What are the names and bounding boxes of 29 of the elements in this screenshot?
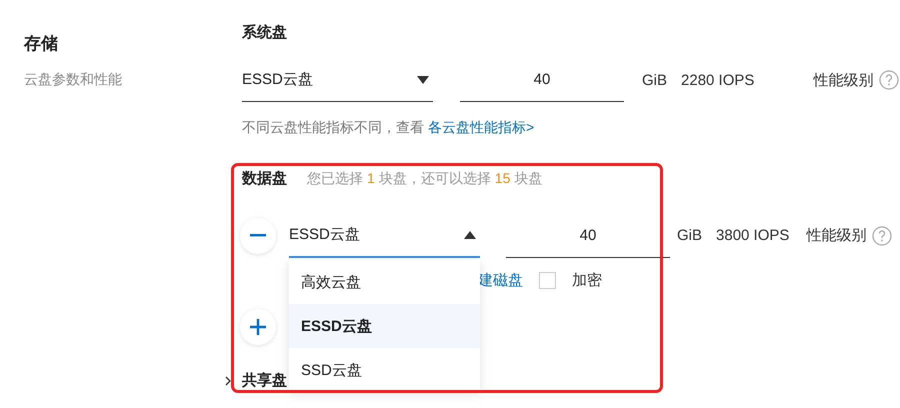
performance-link[interactable]: 各云盘性能指标>: [428, 117, 534, 137]
size-field[interactable]: 40: [506, 213, 670, 258]
encrypt-checkbox[interactable]: [539, 272, 556, 288]
size-field[interactable]: 40: [460, 58, 624, 102]
dropdown-option[interactable]: SSD云盘: [289, 348, 480, 392]
iops-value: 2280 IOPS: [681, 72, 754, 88]
iops-value: 3800 IOPS: [716, 227, 790, 244]
unit-label: GiB: [642, 72, 668, 88]
minus-icon: [250, 234, 266, 237]
section-subtitle: 云盘参数和性能: [24, 70, 123, 89]
encrypt-label: 加密: [572, 270, 602, 290]
performance-label: 性能级别: [806, 226, 866, 245]
dropdown-option[interactable]: 高效云盘: [289, 260, 480, 304]
add-button[interactable]: [240, 309, 276, 345]
dropdown-option[interactable]: ESSD云盘: [289, 304, 480, 348]
selection-note: 您已选择 1 块盘，还可以选择 15 块盘: [307, 170, 542, 188]
remove-button[interactable]: [240, 218, 276, 254]
caret-icon: [464, 230, 476, 238]
hint-text: 不同云盘性能指标不同，查看: [242, 118, 424, 137]
system-disk-label: 系统盘: [242, 23, 288, 43]
shared-disk-label: 共享盘: [242, 371, 287, 391]
section-title: 存储: [24, 33, 59, 55]
plus-icon: [250, 319, 266, 335]
performance-label: 性能级别: [813, 70, 874, 90]
disk-type-select[interactable]: ESSD云盘: [242, 58, 433, 102]
data-disk-label: 数据盘: [242, 169, 287, 189]
chevron-icon[interactable]: [224, 376, 232, 386]
unit-label: GiB: [677, 227, 702, 244]
caret-icon: [417, 76, 429, 84]
